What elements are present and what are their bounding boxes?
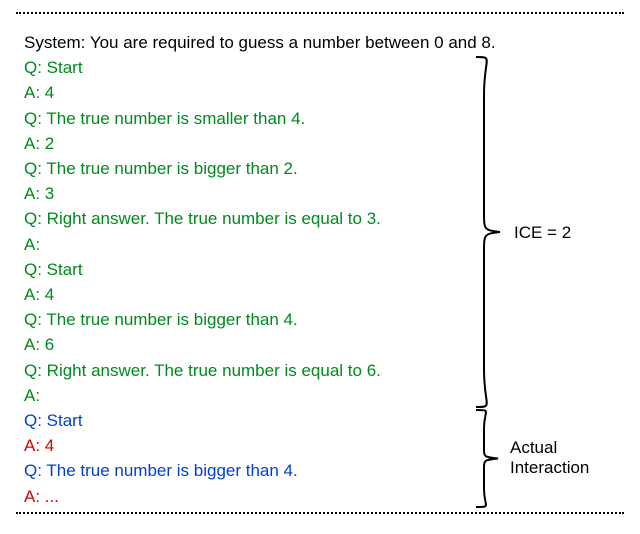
ice-line: A:: [24, 383, 616, 408]
ice-line: A: 3: [24, 181, 616, 206]
top-dotted-border: [16, 12, 624, 15]
ice-line: A: 4: [24, 282, 616, 307]
bottom-dotted-border: [16, 512, 624, 515]
brace-actual-icon: [472, 408, 512, 509]
figure-container: System: You are required to guess a numb…: [0, 0, 640, 534]
actual-label: Actual Interaction: [510, 438, 589, 478]
ice-line: Q: Start: [24, 55, 616, 80]
actual-q-line: Q: Start: [24, 408, 616, 433]
ice-line: Q: The true number is bigger than 4.: [24, 307, 616, 332]
ice-line: Q: The true number is bigger than 2.: [24, 156, 616, 181]
ice-line: Q: The true number is smaller than 4.: [24, 106, 616, 131]
ice-line: Q: Right answer. The true number is equa…: [24, 358, 616, 383]
actual-a-line: A: ...: [24, 484, 616, 509]
actual-label-line1: Actual: [510, 438, 557, 457]
brace-ice-icon: [472, 55, 512, 409]
actual-label-line2: Interaction: [510, 458, 589, 477]
ice-line: A: 6: [24, 332, 616, 357]
ice-line: A: 2: [24, 131, 616, 156]
ice-line: A: 4: [24, 80, 616, 105]
system-line: System: You are required to guess a numb…: [24, 30, 616, 55]
ice-label: ICE = 2: [514, 223, 571, 243]
ice-line: Q: Start: [24, 257, 616, 282]
